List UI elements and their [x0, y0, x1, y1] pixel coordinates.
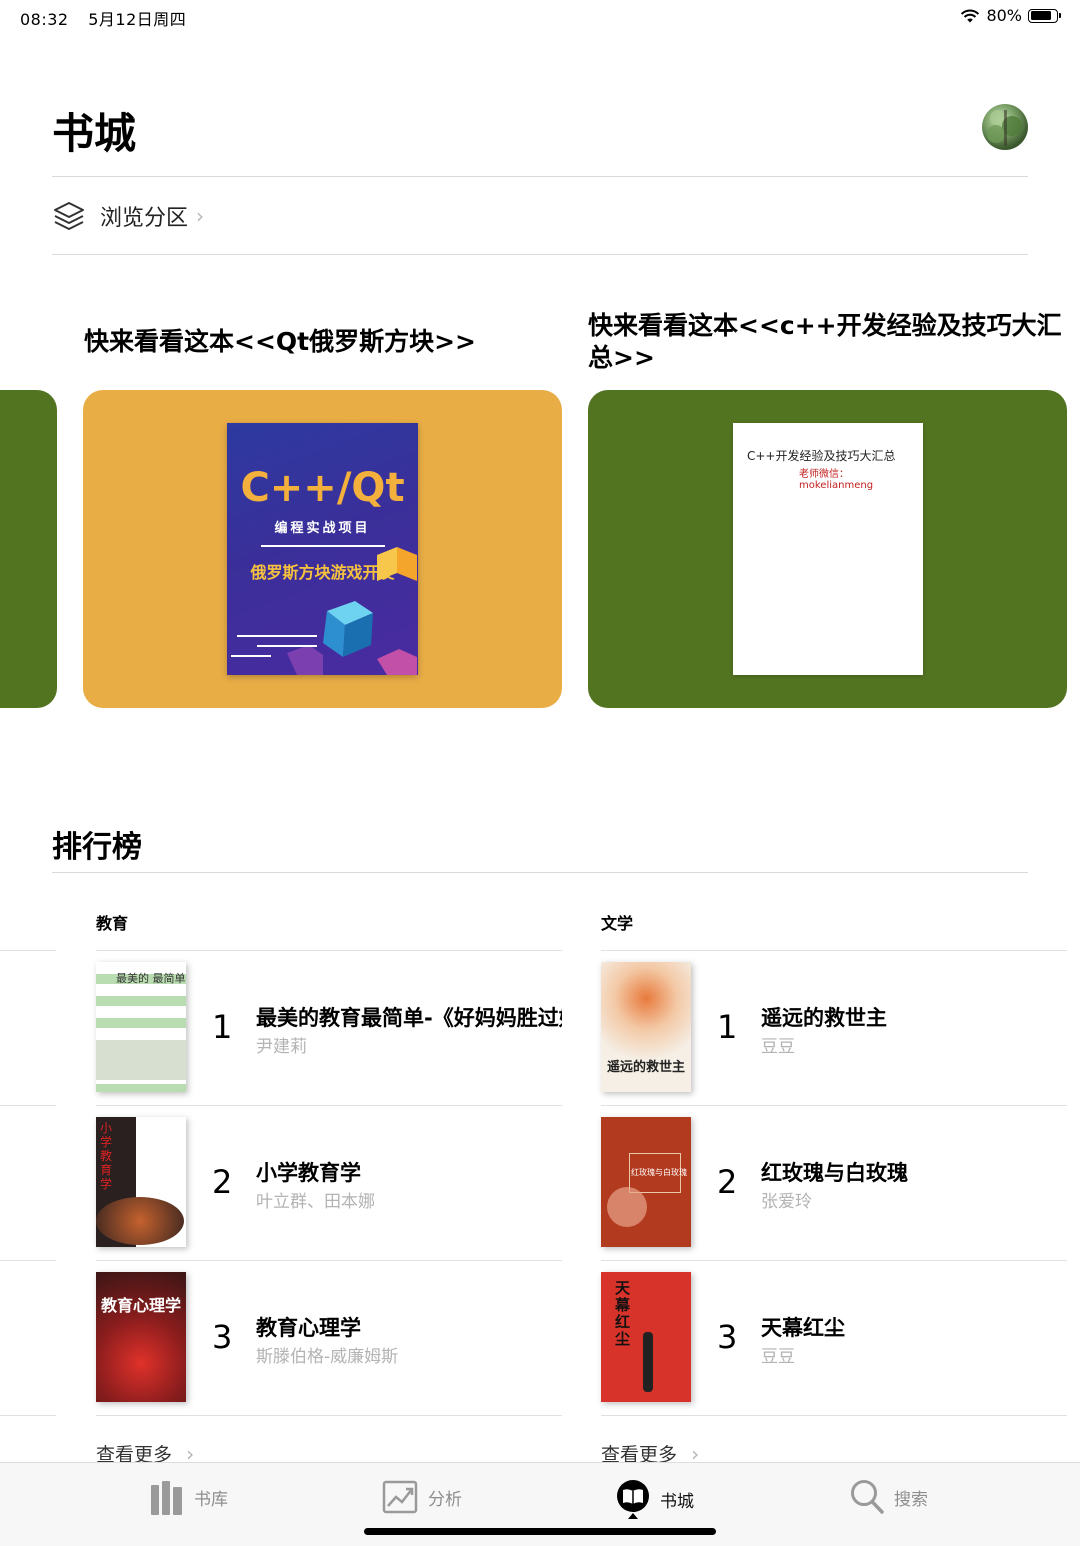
rank-number: 3 — [212, 1318, 233, 1356]
cover-title: C++开发经验及技巧大汇总 — [747, 449, 896, 463]
tab-label: 书城 — [660, 1491, 694, 1512]
category-label-education: 教育 — [96, 914, 129, 933]
book-author: 豆豆 — [761, 1037, 795, 1057]
ranking-row[interactable]: 遥远的救世主 1 遥远的救世主 豆豆 — [601, 950, 1067, 1105]
rank-number: 1 — [212, 1008, 233, 1046]
rank-number: 1 — [717, 1008, 738, 1046]
ranking-row[interactable]: 小学教育学 2 小学教育学 叶立群、田本娜 — [96, 1105, 562, 1260]
battery-percent: 80% — [986, 6, 1022, 25]
row-divider — [0, 1415, 56, 1416]
row-divider — [0, 1105, 56, 1106]
category-label-literature: 文学 — [601, 914, 634, 933]
cover-title: C++/Qt — [240, 465, 405, 511]
row-divider — [0, 950, 56, 951]
book-cover: 教育心理学 — [96, 1272, 186, 1402]
rank-number: 2 — [212, 1163, 233, 1201]
header-divider — [52, 176, 1028, 177]
book-author: 张爱玲 — [761, 1192, 812, 1212]
rank-number: 2 — [717, 1163, 738, 1201]
tab-label: 书库 — [194, 1489, 228, 1510]
cover-text: 红玫瑰与白玫瑰 — [631, 1168, 687, 1177]
cubes-illustration — [231, 547, 417, 675]
rank-number: 3 — [717, 1318, 738, 1356]
featured-heading: 快来看看这本<<Qt俄罗斯方块>> — [84, 327, 476, 356]
book-author: 斯滕伯格-威廉姆斯 — [256, 1347, 399, 1367]
tab-label: 搜索 — [894, 1489, 928, 1510]
status-bar: 08:32 5月12日周四 80% — [0, 0, 1080, 32]
book-author: 豆豆 — [761, 1347, 795, 1367]
browse-divider — [52, 254, 1028, 255]
status-date: 5月12日周四 — [88, 10, 187, 29]
book-cover: 最美的 最简单 — [96, 962, 186, 1092]
books-icon — [151, 1481, 182, 1515]
ranking-row[interactable]: 教育心理学 3 教育心理学 斯滕伯格-威廉姆斯 — [96, 1260, 562, 1415]
tab-search[interactable]: 搜索 — [850, 1479, 928, 1515]
status-time: 08:32 — [20, 10, 69, 29]
tab-label: 分析 — [428, 1489, 462, 1510]
cover-text: 天幕红尘 — [615, 1279, 631, 1348]
book-author: 叶立群、田本娜 — [256, 1192, 375, 1212]
ranking-title: 排行榜 — [52, 830, 142, 865]
browse-sections-label: 浏览分区 — [100, 206, 189, 231]
battery-icon — [1028, 8, 1061, 23]
ranking-row[interactable]: 红玫瑰与白玫瑰 2 红玫瑰与白玫瑰 张爱玲 — [601, 1105, 1067, 1260]
row-divider — [96, 1415, 562, 1416]
ranking-divider — [52, 872, 1028, 873]
book-cover: 遥远的救世主 — [601, 962, 691, 1092]
book-title: 红玫瑰与白玫瑰 — [761, 1161, 908, 1185]
ranking-row[interactable]: 天幕红尘 3 天幕红尘 豆豆 — [601, 1260, 1067, 1415]
featured-heading: 快来看看这本<<c++开发经验及技巧大汇总>> — [588, 311, 1062, 372]
cover-text: 小学教育学 — [100, 1121, 113, 1191]
cover-text: 遥远的救世主 — [606, 1060, 685, 1075]
bookstore-icon — [617, 1480, 649, 1519]
book-title: 最美的教育最简单-《好妈妈胜过好老师》 — [256, 1006, 562, 1030]
wifi-icon — [961, 9, 980, 22]
book-title: 天幕红尘 — [761, 1316, 845, 1340]
book-cover-cpp-tips[interactable]: C++开发经验及技巧大汇总 老师微信：mokelianmeng — [733, 423, 923, 675]
tab-analysis[interactable]: 分析 — [382, 1479, 462, 1515]
book-title: 小学教育学 — [256, 1161, 361, 1185]
cover-subtitle: 编程实战项目 — [274, 521, 371, 536]
page-title: 书城 — [52, 109, 137, 158]
avatar[interactable] — [982, 104, 1028, 150]
book-cover: 红玫瑰与白玫瑰 — [601, 1117, 691, 1247]
chevron-right-icon: › — [196, 204, 205, 228]
book-cover: 天幕红尘 — [601, 1272, 691, 1402]
row-divider — [601, 1415, 1067, 1416]
book-cover: 小学教育学 — [96, 1117, 186, 1247]
row-divider — [0, 1260, 56, 1261]
cover-text: 最美的 最简单 — [116, 972, 186, 985]
cover-note: 老师微信：mokelianmeng — [799, 469, 874, 491]
tab-library[interactable]: 书库 — [150, 1479, 228, 1515]
featured-card-partial[interactable] — [0, 390, 57, 708]
book-cover-qt-tetris[interactable]: C++/Qt 编程实战项目 俄罗斯方块游戏开发 — [227, 423, 418, 675]
book-title: 教育心理学 — [256, 1316, 361, 1340]
chart-icon — [382, 1480, 418, 1514]
search-icon — [851, 1480, 884, 1514]
cover-text: 教育心理学 — [100, 1296, 181, 1315]
tab-bookstore[interactable]: 书城 — [616, 1479, 694, 1519]
layers-icon — [54, 202, 84, 230]
home-indicator[interactable] — [364, 1528, 716, 1535]
book-title: 遥远的救世主 — [761, 1006, 887, 1030]
ranking-row[interactable]: 最美的 最简单 1 最美的教育最简单-《好妈妈胜过好老师》 尹建莉 — [96, 950, 562, 1105]
browse-sections-link[interactable]: 浏览分区 › — [52, 196, 204, 236]
book-author: 尹建莉 — [256, 1037, 307, 1057]
